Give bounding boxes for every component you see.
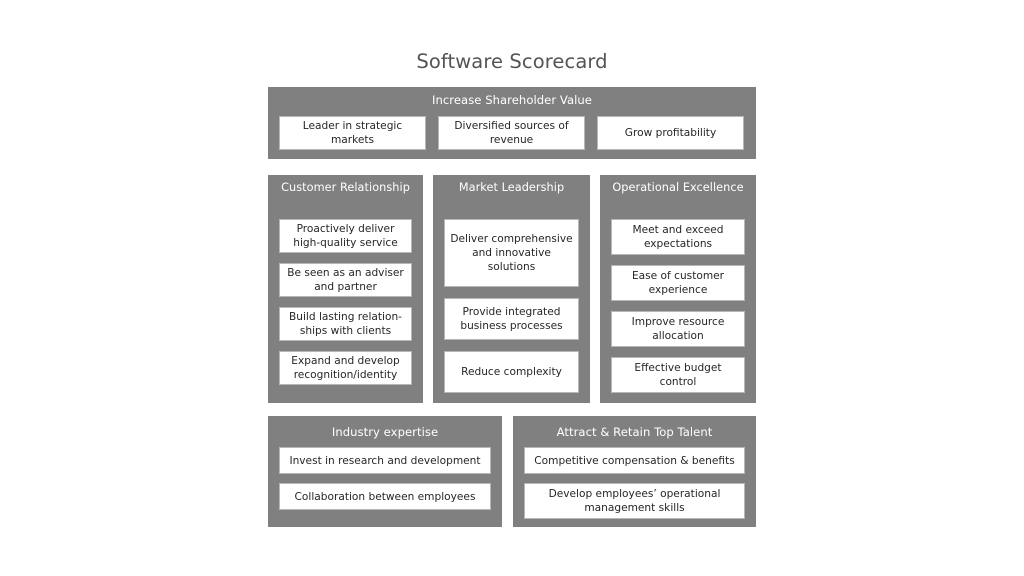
- card-label: Effective budget control: [634, 362, 722, 388]
- page-title: Software Scorecard: [416, 50, 608, 73]
- card-improve-resource-allocation[interactable]: Improve resource allocation: [611, 311, 745, 347]
- scorecard-diagram: Software Scorecard Increase Shareholder …: [0, 0, 1024, 576]
- card-label: Competitive compensation & benefits: [534, 454, 735, 467]
- card-competitive-compensation-benefits[interactable]: Competitive compensation & benefits: [524, 447, 745, 474]
- card-label: Leader in strategic markets: [302, 120, 403, 146]
- card-label: Invest in research and development: [289, 454, 481, 467]
- card-label: Deliver comprehensive and innovative sol…: [450, 233, 573, 273]
- panel-increase-shareholder-value: Increase Shareholder Value Leader in str…: [268, 87, 756, 159]
- card-label: Diversified sources of revenue: [454, 120, 569, 146]
- card-ease-of-customer-experience[interactable]: Ease of customer experience: [611, 265, 745, 301]
- card-stack-operational-excellence: Meet and exceed expectations Ease of cus…: [611, 219, 745, 393]
- card-invest-in-research-and-development[interactable]: Invest in research and development: [279, 447, 491, 474]
- card-build-lasting-relationships-with-clients[interactable]: Build lasting relation-ships with client…: [279, 307, 412, 341]
- top-card-row: Leader in strategic markets Diversified …: [279, 116, 745, 150]
- card-provide-integrated-business-processes[interactable]: Provide integrated business processes: [444, 298, 579, 340]
- card-label: Be seen as an adviser and partner: [287, 267, 404, 293]
- panel-operational-excellence: Operational Excellence Meet and exceed e…: [600, 175, 756, 403]
- panel-customer-relationship: Customer Relationship Proactively delive…: [268, 175, 423, 403]
- panel-title-customer-relationship: Customer Relationship: [281, 181, 410, 194]
- panel-attract-retain-top-talent: Attract & Retain Top Talent Competitive …: [513, 416, 756, 527]
- card-stack-customer-relationship: Proactively deliver high-quality service…: [279, 219, 412, 385]
- card-proactively-deliver-high-quality-service[interactable]: Proactively deliver high-quality service: [279, 219, 412, 253]
- panel-title-market-leadership: Market Leadership: [458, 181, 565, 194]
- panel-title-attract-retain-top-talent: Attract & Retain Top Talent: [556, 425, 713, 439]
- card-diversified-sources-of-revenue[interactable]: Diversified sources of revenue: [438, 116, 585, 150]
- card-label: Ease of customer experience: [631, 270, 725, 296]
- card-label: Develop employees’ operational managemen…: [548, 488, 721, 514]
- card-be-seen-as-an-adviser-and-partner[interactable]: Be seen as an adviser and partner: [279, 263, 412, 297]
- card-stack-market-leadership: Deliver comprehensive and innovative sol…: [444, 219, 579, 393]
- card-meet-and-exceed-expectations[interactable]: Meet and exceed expectations: [611, 219, 745, 255]
- panel-title-industry-expertise: Industry expertise: [331, 425, 439, 439]
- card-reduce-complexity[interactable]: Reduce complexity: [444, 351, 579, 393]
- card-label: Expand and develop recognition/identity: [291, 355, 400, 381]
- card-stack-attract-retain-top-talent: Competitive compensation & benefits Deve…: [524, 447, 745, 519]
- card-label: Reduce complexity: [461, 366, 562, 378]
- card-effective-budget-control[interactable]: Effective budget control: [611, 357, 745, 393]
- card-leader-in-strategic-markets[interactable]: Leader in strategic markets: [279, 116, 426, 150]
- card-label: Meet and exceed expectations: [632, 224, 724, 250]
- card-label: Provide integrated business processes: [460, 306, 563, 332]
- panel-title-top: Increase Shareholder Value: [432, 93, 592, 107]
- panel-industry-expertise: Industry expertise Invest in research an…: [268, 416, 502, 527]
- card-label: Proactively deliver high-quality service: [293, 223, 398, 249]
- card-deliver-comprehensive-and-innovative-solutions[interactable]: Deliver comprehensive and innovative sol…: [444, 219, 579, 287]
- card-grow-profitability[interactable]: Grow profitability: [597, 116, 744, 150]
- card-label: Grow profitability: [624, 127, 717, 139]
- card-label: Build lasting relation-ships with client…: [288, 311, 402, 337]
- card-stack-industry-expertise: Invest in research and development Colla…: [279, 447, 491, 510]
- card-collaboration-between-employees[interactable]: Collaboration between employees: [279, 483, 491, 510]
- panel-market-leadership: Market Leadership Deliver comprehensive …: [433, 175, 590, 403]
- panel-title-operational-excellence: Operational Excellence: [612, 181, 744, 194]
- card-label: Collaboration between employees: [294, 490, 476, 503]
- card-label: Improve resource allocation: [631, 316, 725, 342]
- card-expand-and-develop-recognition-identity[interactable]: Expand and develop recognition/identity: [279, 351, 412, 385]
- card-develop-employees-operational-management-skills[interactable]: Develop employees’ operational managemen…: [524, 483, 745, 519]
